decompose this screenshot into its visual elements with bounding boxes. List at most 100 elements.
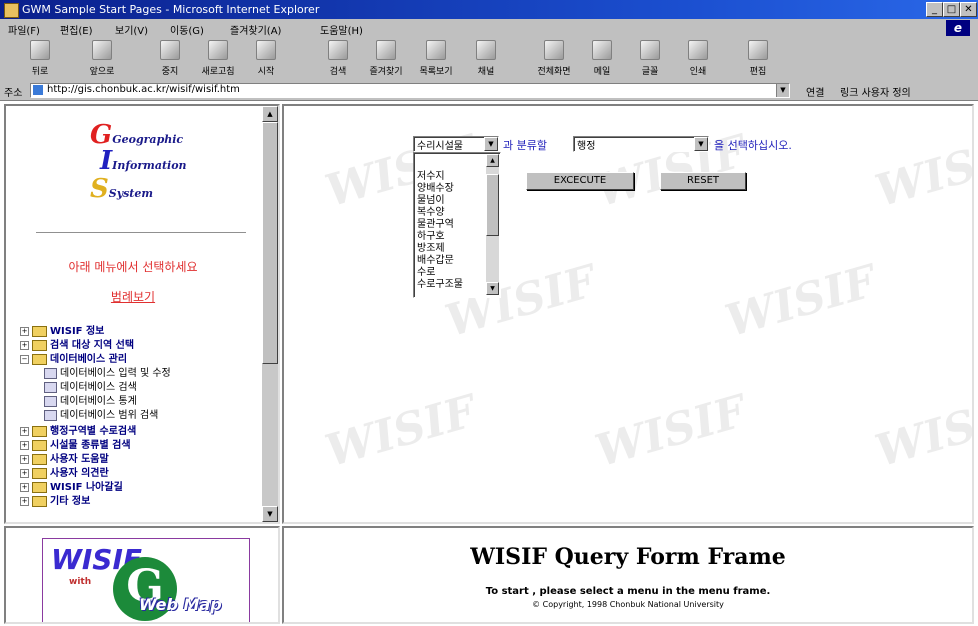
menu-file[interactable]: 파일(F)	[8, 22, 40, 37]
window-title: GWM Sample Start Pages - Microsoft Inter…	[22, 3, 320, 16]
info-frame: WISIF Query Form Frame To start , please…	[282, 526, 974, 624]
execute-button[interactable]: EXCECUTE	[526, 172, 634, 190]
maximize-button[interactable]: □	[943, 2, 960, 17]
facility-listbox[interactable]: 저수지 양배수장 물넘이 복수양 물관구역 하구호 방조제 배수갑문 수로 수로…	[413, 152, 501, 298]
tree-item-db-search[interactable]: 데이터베이스 검색	[44, 378, 137, 393]
home-button[interactable]: 시작	[246, 40, 286, 77]
tree-item-search-region[interactable]: + 검색 대상 지역 선택	[20, 336, 134, 351]
classification-select[interactable]: 행정 ▼	[573, 136, 709, 152]
back-button[interactable]: 뒤로	[20, 40, 60, 77]
links-button[interactable]: 링크 사용자 정의	[840, 84, 911, 99]
ie-logo-icon: e	[946, 20, 970, 36]
instruction-text: To start , please select a menu in the m…	[485, 586, 771, 597]
channels-icon	[476, 40, 496, 60]
scroll-down-arrow-icon[interactable]: ▼	[262, 506, 278, 522]
menu-frame-scrollbar[interactable]: ▲ ▼	[262, 106, 278, 522]
channels-button[interactable]: 채널	[466, 40, 506, 77]
scroll-up-arrow-icon[interactable]: ▲	[486, 154, 499, 167]
font-button[interactable]: 글꼴	[630, 40, 670, 77]
expand-toggle-icon[interactable]: +	[20, 496, 29, 506]
tree-item-wisif-info[interactable]: + WISIF 정보	[20, 322, 104, 337]
facility-type-select[interactable]: 수리시설물 ▼	[413, 136, 499, 152]
tree-item-database-management[interactable]: − 데이터베이스 관리	[20, 350, 127, 365]
refresh-icon	[208, 40, 228, 60]
listbox-scrollbar[interactable]: ▲ ▼	[486, 154, 499, 295]
watermark: WISIF	[719, 255, 882, 348]
ie-app-icon	[4, 3, 19, 18]
menu-prompt: 아래 메뉴에서 선택하세요	[68, 260, 198, 274]
expand-toggle-icon[interactable]: +	[20, 340, 29, 350]
page-title: WISIF Query Form Frame	[470, 544, 786, 570]
expand-toggle-icon[interactable]: +	[20, 468, 29, 478]
chevron-down-icon[interactable]: ▼	[484, 137, 498, 151]
menu-frame: GGeographic IInformation SSystem 아래 메뉴에서…	[4, 104, 280, 524]
document-icon	[44, 409, 57, 421]
collapse-toggle-icon[interactable]: −	[20, 354, 29, 364]
refresh-button[interactable]: 새로고침	[198, 40, 238, 77]
search-button[interactable]: 검색	[318, 40, 358, 77]
close-button[interactable]: ✕	[960, 2, 977, 17]
tree-item-db-range-search[interactable]: 데이터베이스 범위 검색	[44, 406, 158, 421]
tree-item-facility-search[interactable]: + 시설물 종류별 검색	[20, 436, 131, 451]
gis-logo-line1: Geographic	[112, 133, 184, 146]
folder-icon	[32, 467, 47, 479]
menu-view[interactable]: 보기(V)	[115, 22, 148, 37]
fullscreen-icon	[544, 40, 564, 60]
document-icon	[44, 395, 57, 407]
page-icon	[33, 85, 43, 95]
scroll-thumb[interactable]	[262, 122, 278, 364]
edit-icon	[748, 40, 768, 60]
edit-button[interactable]: 편집	[738, 40, 778, 77]
address-input[interactable]: http://gis.chonbuk.ac.kr/wisif/wisif.htm…	[30, 83, 790, 98]
stop-icon	[160, 40, 180, 60]
expand-toggle-icon[interactable]: +	[20, 454, 29, 464]
menu-edit[interactable]: 편집(E)	[60, 22, 93, 37]
expand-toggle-icon[interactable]: +	[20, 326, 29, 336]
expand-toggle-icon[interactable]: +	[20, 426, 29, 436]
tree-item-wisif-future[interactable]: + WISIF 나아갈길	[20, 478, 123, 493]
toolbar: 뒤로 앞으로 중지 새로고침 시작 검색 즐겨찾기 목록보기 채널 전체화면 메…	[0, 37, 978, 82]
mail-button[interactable]: 메일	[582, 40, 622, 77]
wisif-webmap-logo: WISIF with G Web Map	[42, 538, 250, 622]
tree-item-admin-district-search[interactable]: + 행정구역별 수로검색	[20, 422, 136, 437]
fullscreen-button[interactable]: 전체화면	[534, 40, 574, 77]
tree-item-other-info[interactable]: + 기타 정보	[20, 492, 90, 507]
favorites-button[interactable]: 즐겨찾기	[366, 40, 406, 77]
window-title-bar[interactable]: GWM Sample Start Pages - Microsoft Inter…	[0, 0, 978, 19]
minimize-button[interactable]: _	[926, 2, 943, 17]
scroll-down-arrow-icon[interactable]: ▼	[486, 282, 499, 295]
scroll-up-arrow-icon[interactable]: ▲	[262, 106, 278, 122]
tree-item-db-statistics[interactable]: 데이터베이스 통계	[44, 392, 137, 407]
forward-button[interactable]: 앞으로	[82, 40, 122, 77]
address-bar: 주소 http://gis.chonbuk.ac.kr/wisif/wisif.…	[0, 81, 978, 101]
scroll-thumb[interactable]	[486, 174, 499, 236]
expand-toggle-icon[interactable]: +	[20, 440, 29, 450]
print-button[interactable]: 인쇄	[678, 40, 718, 77]
mail-icon	[592, 40, 612, 60]
folder-icon	[32, 325, 47, 337]
open-folder-icon	[32, 353, 47, 365]
favorites-icon	[376, 40, 396, 60]
query-frame: WISIF WISIF WISIF WISIF WISIF WISIF WISI…	[282, 104, 974, 524]
history-button[interactable]: 목록보기	[416, 40, 456, 77]
expand-toggle-icon[interactable]: +	[20, 482, 29, 492]
address-url: http://gis.chonbuk.ac.kr/wisif/wisif.htm	[47, 84, 240, 95]
chevron-down-icon[interactable]: ▼	[694, 137, 708, 151]
legend-link[interactable]: 범례보기	[6, 288, 260, 305]
tree-item-user-help[interactable]: + 사용자 도움말	[20, 450, 109, 465]
list-item[interactable]: 수로구조물	[417, 275, 463, 290]
reset-button[interactable]: RESET	[660, 172, 746, 190]
tree-item-db-input[interactable]: 데이터베이스 입력 및 수정	[44, 364, 171, 379]
address-dropdown-button[interactable]: ▼	[776, 84, 789, 97]
tree-item-user-feedback[interactable]: + 사용자 의견란	[20, 464, 109, 479]
menu-go[interactable]: 이동(G)	[170, 22, 204, 37]
go-button[interactable]: 연결	[806, 84, 824, 99]
gis-logo-line2: Information	[112, 159, 187, 172]
folder-icon	[32, 481, 47, 493]
search-icon	[328, 40, 348, 60]
forward-arrow-icon	[92, 40, 112, 60]
stop-button[interactable]: 중지	[150, 40, 190, 77]
menu-favorites[interactable]: 즐겨찾기(A)	[230, 22, 281, 37]
folder-icon	[32, 495, 47, 507]
menu-help[interactable]: 도움말(H)	[320, 22, 363, 37]
